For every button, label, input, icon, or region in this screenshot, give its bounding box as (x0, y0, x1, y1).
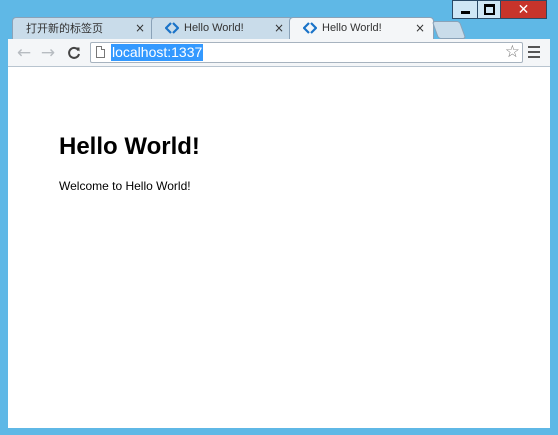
tab-hello-world-active[interactable]: Hello World! × (289, 17, 434, 39)
back-button[interactable]: ← (14, 43, 34, 63)
tab-close-icon[interactable]: × (134, 21, 146, 35)
address-bar[interactable]: localhost:1337 ☆ (90, 42, 523, 63)
welcome-text: Welcome to Hello World! (59, 179, 191, 193)
reload-button[interactable] (64, 43, 84, 63)
tab-new-tab[interactable]: 打开新的标签页 × (12, 17, 154, 39)
maximize-icon (483, 4, 495, 15)
toolbar: ← → localhost:1337 ☆ (8, 39, 550, 67)
page-heading: Hello World! (59, 133, 200, 160)
tab-title: 打开新的标签页 (26, 23, 103, 35)
tab-close-icon[interactable]: × (414, 21, 426, 35)
reload-icon (68, 46, 80, 59)
blue-chevron-icon (165, 22, 179, 34)
menu-icon[interactable] (528, 46, 540, 61)
tab-strip: 打开新的标签页 × Hello World! × Hello World! × (0, 15, 558, 39)
forward-button[interactable]: → (38, 43, 58, 63)
blue-chevron-icon (303, 22, 317, 34)
tab-hello-world-1[interactable]: Hello World! × (151, 17, 293, 39)
tab-title: Hello World! (184, 22, 244, 34)
tab-close-icon[interactable]: × (273, 21, 285, 35)
page-content: Hello World! Welcome to Hello World! (8, 67, 550, 428)
bookmark-star-icon[interactable]: ☆ (505, 43, 520, 62)
new-tab-button[interactable] (431, 21, 467, 39)
minimize-icon (460, 11, 470, 14)
browser-window: ✕ 打开新的标签页 × Hello World! × Hello World! … (0, 0, 558, 435)
page-icon (96, 46, 105, 58)
tab-title: Hello World! (322, 22, 382, 34)
url-text[interactable]: localhost:1337 (111, 44, 204, 61)
